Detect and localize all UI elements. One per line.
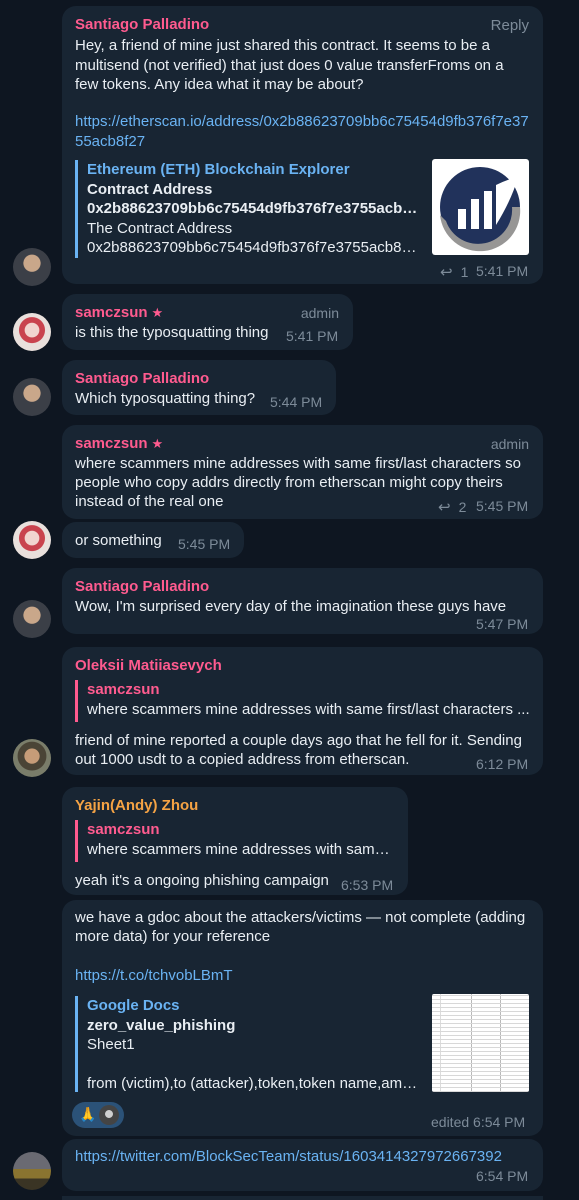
preview-description: The Contract Address [87,219,233,237]
message-bubble[interactable]: Oleksii Matiiasevych samczsun where scam… [62,647,543,775]
reply-count[interactable]: ↩ 2 [438,498,466,516]
message-text: or something [75,532,162,549]
message-time: 5:45 PM [178,536,231,552]
message-text-line: friend of mine reported a couple days ag… [75,732,522,749]
message-time: 5:41 PM [286,328,339,344]
author-name[interactable]: Santiago Palladino [75,578,209,595]
reply-count[interactable]: ↩ 1 [440,263,468,281]
message-text-line: instead of the real one [75,493,224,510]
author-name[interactable]: Yajin(Andy) Zhou [75,797,198,814]
quote-author: samczsun [87,681,160,698]
preview-title: zero_value_phishing [87,1016,236,1034]
preview-description-address: 0x2b88623709bb6c75454d9fb376f7e3755acb8f… [87,239,420,256]
message-text: Wow, I'm surprised every day of the imag… [75,598,507,615]
message-bubble[interactable]: Santiago Palladino Which typosquatting t… [62,360,336,415]
message-bubble[interactable]: https://twitter.com/BlockSecTeam/status/… [62,1139,543,1191]
message-link[interactable]: https://twitter.com/BlockSecTeam/status/… [75,1147,502,1167]
avatar[interactable] [13,248,51,286]
reply-label[interactable]: Reply [491,17,529,34]
message-bubble[interactable]: samczsun ★ admin where scammers mine addr… [62,425,543,519]
avatar[interactable] [13,739,51,777]
message-text-line: more data) for your reference [75,928,271,945]
message-time: 6:12 PM [476,756,529,772]
preview-site: Google Docs [87,997,180,1014]
avatar[interactable] [13,313,51,351]
quote-text: where scammers mine addresses with same.… [87,840,395,858]
preview-site: Ethereum (ETH) Blockchain Explorer [87,161,350,178]
star-icon: ★ [151,305,164,320]
bottom-divider [62,1196,543,1200]
preview-description-blank [87,1055,420,1075]
message-text-line: out 1000 usdt to a copied address from e… [75,751,410,768]
reactor-avatar [99,1105,119,1125]
avatar[interactable] [13,521,51,559]
quote-text: where scammers mine addresses with same … [87,700,530,718]
star-icon: ★ [151,436,164,451]
role-badge: admin [300,305,339,321]
author-name[interactable]: samczsun ★ [75,435,163,452]
message-text-line: where scammers mine addresses with same … [75,455,521,472]
author-name[interactable]: Oleksii Matiiasevych [75,657,222,674]
pray-emoji-icon: 🙏 [79,1106,97,1122]
quote-author: samczsun [87,821,160,838]
message-text: Which typosquatting thing? [75,390,256,407]
quoted-message[interactable]: samczsun where scammers mine addresses w… [75,820,395,862]
message-time: 5:47 PM [476,616,529,632]
message-text: yeah it's a ongoing phishing campaign [75,872,329,889]
message-text: Hey, a friend of mine just shared this c… [75,37,504,93]
author-name[interactable]: samczsun ★ [75,304,163,321]
quoted-message[interactable]: samczsun where scammers mine addresses w… [75,680,530,722]
author-name[interactable]: Santiago Palladino [75,370,209,387]
message-text-line: people who copy addrs directly from ethe… [75,474,503,491]
preview-title-address: 0x2b88623709bb6c75454d9fb376f7e3755acb8f… [87,200,420,217]
message-bubble[interactable]: Santiago Palladino Reply Hey, a friend o… [62,6,543,284]
message-time: 5:45 PM [476,498,529,514]
message-bubble[interactable]: samczsun ★ admin is this the typosquattin… [62,294,353,350]
preview-description: Sheet1 [87,1036,135,1053]
avatar[interactable] [13,600,51,638]
preview-description-row: from (victim),to (attacker),token,token … [87,1075,420,1092]
message-time: edited 6:54 PM [431,1114,526,1130]
message-time: 5:41 PM [476,263,529,279]
avatar[interactable] [13,378,51,416]
preview-title: Contract Address [87,180,213,198]
avatar[interactable] [13,1152,51,1190]
message-text: is this the typosquatting thing [75,324,269,341]
message-link[interactable]: https://t.co/tchvobLBmT [75,966,233,986]
reply-arrow-icon: ↩ [438,499,451,516]
message-bubble[interactable]: we have a gdoc about the attackers/victi… [62,900,543,1136]
message-bubble[interactable]: Yajin(Andy) Zhou samczsun where scammers… [62,787,408,895]
reply-arrow-icon: ↩ [440,264,453,281]
message-time: 6:54 PM [476,1168,529,1184]
link-preview[interactable]: Ethereum (ETH) Blockchain Explorer Contr… [75,160,420,258]
message-bubble[interactable]: Santiago Palladino Wow, I'm surprised ev… [62,568,543,634]
message-link[interactable]: https://etherscan.io/address/0x2b8862370… [75,112,537,151]
message-time: 5:44 PM [270,394,323,410]
reaction-chip[interactable]: 🙏 [72,1102,124,1128]
message-time: 6:53 PM [341,877,394,893]
link-preview[interactable]: Google Docs zero_value_phishing Sheet1 f… [75,996,420,1092]
message-text-line: we have a gdoc about the attackers/victi… [75,909,526,926]
etherscan-logo[interactable] [432,159,529,255]
role-badge: admin [490,436,529,452]
message-bubble[interactable]: or something 5:45 PM [62,522,244,558]
spreadsheet-thumbnail[interactable] [432,994,529,1092]
author-name[interactable]: Santiago Palladino [75,16,209,33]
